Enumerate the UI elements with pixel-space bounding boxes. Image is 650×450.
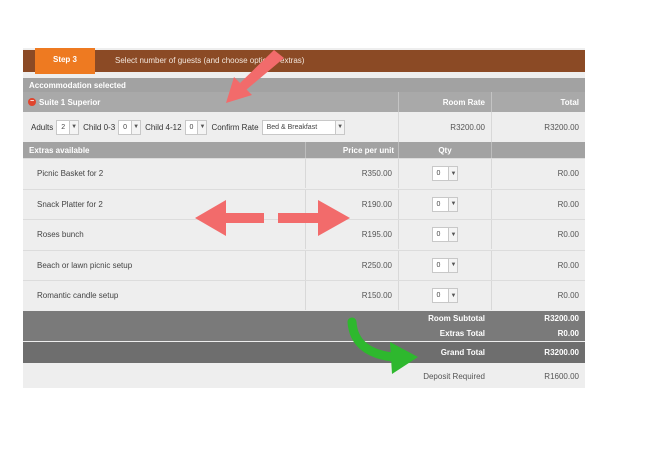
total-header: Total (560, 97, 579, 107)
extra-qty-cell: 0 ▼ (399, 220, 491, 249)
suite-header-row: − Suite 1 Superior Room Rate Total (23, 92, 585, 112)
chevron-down-icon: ▼ (335, 120, 345, 134)
extras-header: Extras available (29, 145, 90, 155)
confirm-rate-select[interactable]: Bed & Breakfast ▼ (261, 119, 346, 135)
extra-row: Roses bunch R195.00 0 ▼ R0.00 (23, 219, 585, 250)
price-header: Price per unit (342, 145, 394, 155)
chevron-down-icon: ▼ (448, 167, 458, 180)
deposit-row: Deposit Required R1600.00 (23, 364, 585, 388)
extra-total: R0.00 (557, 260, 579, 270)
chevron-down-icon: ▼ (448, 197, 458, 211)
extra-qty-cell: 0 ▼ (399, 159, 491, 188)
room-subtotal-value: R3200.00 (544, 314, 579, 323)
suite-name-cell: − Suite 1 Superior (28, 92, 100, 112)
chevron-down-icon: ▼ (448, 289, 458, 303)
extra-qty-value: 0 (436, 170, 441, 177)
extras-total-label: Extras Total (439, 329, 485, 338)
accommodation-section-title: Accommodation selected (29, 80, 126, 90)
grand-total-row: Grand Total R3200.00 (23, 342, 585, 363)
minus-circle-icon[interactable]: − (28, 98, 36, 106)
extra-qty-value: 0 (436, 231, 441, 239)
step-description: Select number of guests (and choose opti… (115, 56, 305, 65)
extra-price: R250.00 (361, 260, 392, 270)
step-tab[interactable]: Step 3 (35, 48, 95, 74)
extra-qty-cell: 0 ▼ (399, 190, 491, 219)
extra-qty-cell: 0 ▼ (399, 251, 491, 280)
extra-qty-select[interactable]: 0 ▼ (431, 227, 459, 243)
chevron-down-icon: ▼ (197, 120, 207, 134)
extra-name: Romantic candle setup (37, 291, 119, 301)
qty-header: Qty (438, 145, 452, 155)
extra-total: R0.00 (557, 291, 579, 301)
extra-qty-value: 0 (436, 200, 441, 208)
extra-name: Snack Platter for 2 (37, 199, 103, 209)
grand-total-value: R3200.00 (544, 348, 579, 357)
adults-select[interactable]: 2 ▼ (56, 119, 80, 135)
extra-row: Snack Platter for 2 R190.00 0 ▼ R0.00 (23, 188, 585, 219)
guest-selection-row: Adults 2 ▼ Child 0-3 0 ▼ Child 4-12 0 ▼ … (23, 112, 585, 142)
child-0-3-label: Child 0-3 (83, 122, 116, 132)
room-rate-value: R3200.00 (450, 122, 485, 132)
extra-qty-select[interactable]: 0 ▼ (431, 257, 459, 273)
extra-price: R190.00 (361, 199, 392, 209)
extra-qty-cell: 0 ▼ (399, 281, 491, 310)
extra-qty-select[interactable]: 0 ▼ (431, 196, 459, 212)
confirm-rate-value: Bed & Breakfast (266, 123, 318, 131)
extra-row: Beach or lawn picnic setup R250.00 0 ▼ R0.00 (23, 249, 585, 280)
room-total-value: R3200.00 (544, 122, 579, 132)
chevron-down-icon: ▼ (448, 228, 458, 242)
column-divider (491, 142, 492, 158)
extra-row: Picnic Basket for 2 R350.00 0 ▼ R0.00 (23, 158, 585, 188)
extra-qty-select[interactable]: 0 ▼ (431, 166, 459, 181)
guest-controls: Adults 2 ▼ Child 0-3 0 ▼ Child 4-12 0 ▼ … (31, 112, 349, 142)
extras-total-value: R0.00 (557, 329, 579, 338)
child-0-3-select[interactable]: 0 ▼ (118, 119, 142, 135)
extra-price: R195.00 (361, 230, 392, 240)
suite-name: Suite 1 Superior (39, 97, 101, 107)
grand-total-label: Grand Total (440, 348, 485, 357)
chevron-down-icon: ▼ (448, 258, 458, 272)
extra-qty-value: 0 (436, 292, 441, 300)
extra-total: R0.00 (557, 199, 579, 209)
extra-qty-value: 0 (436, 261, 441, 269)
extra-total: R0.00 (557, 169, 579, 178)
booking-panel: Step 3 Select number of guests (and choo… (23, 48, 585, 388)
adults-label: Adults (31, 122, 54, 132)
subtotals-block: Room Subtotal R3200.00 Extras Total R0.0… (23, 311, 585, 341)
chevron-down-icon: ▼ (69, 120, 79, 134)
extra-name: Picnic Basket for 2 (37, 169, 104, 178)
deposit-label: Deposit Required (423, 371, 485, 381)
child-4-12-value: 0 (189, 123, 194, 131)
child-4-12-label: Child 4-12 (145, 122, 182, 132)
extra-qty-select[interactable]: 0 ▼ (431, 288, 459, 304)
child-4-12-select[interactable]: 0 ▼ (184, 119, 208, 135)
accommodation-section-header: Accommodation selected (23, 78, 585, 92)
extras-header-row: Extras available Price per unit Qty (23, 142, 585, 158)
extra-name: Beach or lawn picnic setup (37, 260, 133, 270)
extra-price: R350.00 (361, 169, 392, 178)
confirm-rate-label: Confirm Rate (211, 122, 259, 132)
chevron-down-icon: ▼ (131, 120, 141, 134)
extra-row: Romantic candle setup R150.00 0 ▼ R0.00 (23, 280, 585, 311)
adults-value: 2 (61, 123, 66, 131)
extra-total: R0.00 (557, 230, 579, 240)
extra-price: R150.00 (361, 291, 392, 301)
room-subtotal-label: Room Subtotal (428, 314, 485, 323)
room-rate-header: Room Rate (442, 97, 485, 107)
extra-name: Roses bunch (37, 230, 84, 240)
child-0-3-value: 0 (123, 123, 128, 131)
step-bar: Step 3 Select number of guests (and choo… (23, 48, 585, 74)
deposit-value: R1600.00 (544, 371, 579, 381)
